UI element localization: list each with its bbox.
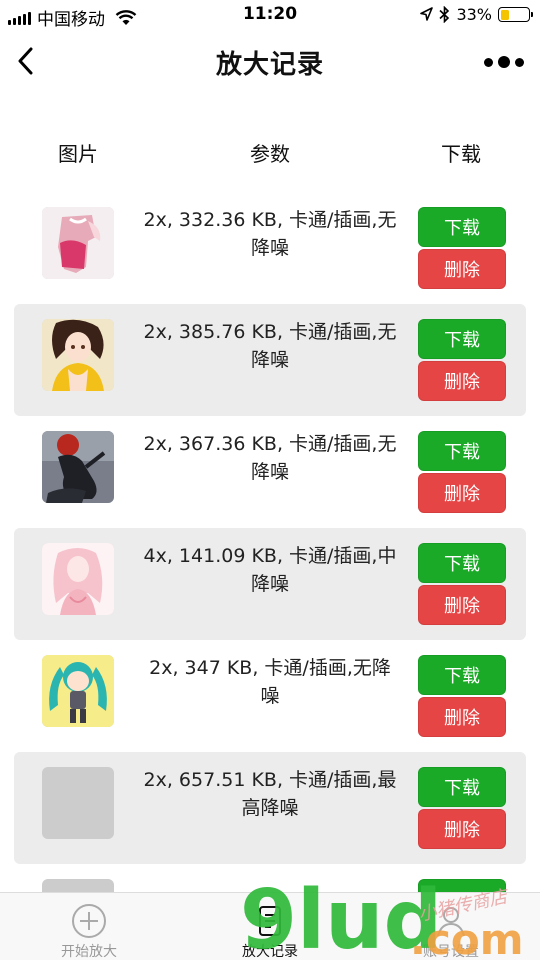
pink-sketch-girl-image	[42, 543, 114, 615]
delete-button[interactable]: 删除	[418, 473, 506, 513]
record-row: 2x, 347 KB, 卡通/插画,无降噪 下载 删除	[14, 640, 526, 752]
record-list[interactable]: 2x, 332.36 KB, 卡通/插画,无降噪 下载 删除 2x, 385.7…	[0, 192, 540, 892]
tab-account-settings[interactable]: 账号设置	[391, 893, 511, 960]
record-row: 2x, 367.36 KB, 卡通/插画,无降噪 下载 删除	[14, 416, 526, 528]
battery-fill	[500, 9, 510, 20]
download-button[interactable]	[418, 879, 506, 892]
tab-start-zoom[interactable]: 开始放大	[29, 893, 149, 960]
header-download: 下载	[441, 142, 481, 166]
bluetooth-icon	[439, 6, 450, 23]
download-button[interactable]: 下载	[418, 319, 506, 359]
header-params: 参数	[250, 142, 290, 166]
tab-label: 账号设置	[423, 944, 479, 960]
download-button[interactable]: 下载	[418, 207, 506, 247]
status-bar: 中国移动 11:20 33%	[0, 0, 540, 30]
record-params: 4x, 141.09 KB, 卡通/插画,中降噪	[143, 545, 397, 595]
table-header: 图片 参数 下载	[0, 128, 540, 172]
record-row: 2x, 385.76 KB, 卡通/插画,无降噪 下载 删除	[14, 304, 526, 416]
record-params: 2x, 332.36 KB, 卡通/插画,无降噪	[143, 209, 397, 259]
delete-button[interactable]: 删除	[418, 249, 506, 289]
tab-zoom-records[interactable]: 放大记录	[210, 893, 330, 960]
delete-button[interactable]: 删除	[418, 361, 506, 401]
header-image: 图片	[58, 142, 98, 166]
plus-circle-icon	[72, 904, 106, 938]
battery-icon	[498, 7, 533, 22]
page-title: 放大记录	[215, 50, 324, 80]
record-params: 2x, 657.51 KB, 卡通/插画,最高降噪	[143, 769, 397, 819]
record-row: 4x, 141.09 KB, 卡通/插画,中降噪 下载 删除	[14, 528, 526, 640]
delete-button[interactable]: 删除	[418, 809, 506, 849]
more-dot-icon	[515, 57, 524, 67]
user-icon	[437, 907, 465, 937]
location-icon	[420, 7, 434, 21]
pink-dress-figure-image	[42, 207, 114, 279]
download-button[interactable]: 下载	[418, 767, 506, 807]
record-thumbnail[interactable]	[42, 319, 114, 391]
record-params: 2x, 385.76 KB, 卡通/插画,无降噪	[143, 321, 397, 371]
download-button[interactable]: 下载	[418, 431, 506, 471]
delete-button[interactable]: 删除	[418, 697, 506, 737]
record-thumbnail[interactable]	[42, 431, 114, 503]
record-row	[14, 864, 526, 892]
more-dot-icon	[498, 56, 510, 68]
more-dot-icon	[484, 57, 493, 67]
status-right: 33%	[420, 5, 533, 24]
download-button[interactable]: 下载	[418, 543, 506, 583]
more-menu-button[interactable]	[484, 48, 524, 76]
record-thumbnail[interactable]	[42, 767, 114, 839]
dark-figure-image	[42, 431, 114, 503]
battery-percent: 33%	[456, 5, 492, 24]
tab-label: 开始放大	[61, 944, 117, 960]
tab-bar: 开始放大 放大记录 账号设置	[0, 892, 540, 960]
anime-girl-yellow-image	[42, 319, 114, 391]
document-icon	[259, 906, 281, 936]
record-thumbnail[interactable]	[42, 207, 114, 279]
record-row: 2x, 657.51 KB, 卡通/插画,最高降噪 下载 删除	[14, 752, 526, 864]
record-params: 2x, 347 KB, 卡通/插画,无降噪	[149, 657, 391, 707]
record-thumbnail[interactable]	[42, 879, 114, 892]
teal-twin-tail-figure-image	[42, 655, 114, 727]
record-thumbnail[interactable]	[42, 543, 114, 615]
record-row: 2x, 332.36 KB, 卡通/插画,无降噪 下载 删除	[14, 192, 526, 304]
tab-label: 放大记录	[242, 944, 298, 960]
record-params: 2x, 367.36 KB, 卡通/插画,无降噪	[143, 433, 397, 483]
download-button[interactable]: 下载	[418, 655, 506, 695]
nav-bar: 放大记录	[0, 30, 540, 94]
delete-button[interactable]: 删除	[418, 585, 506, 625]
record-thumbnail[interactable]	[42, 655, 114, 727]
